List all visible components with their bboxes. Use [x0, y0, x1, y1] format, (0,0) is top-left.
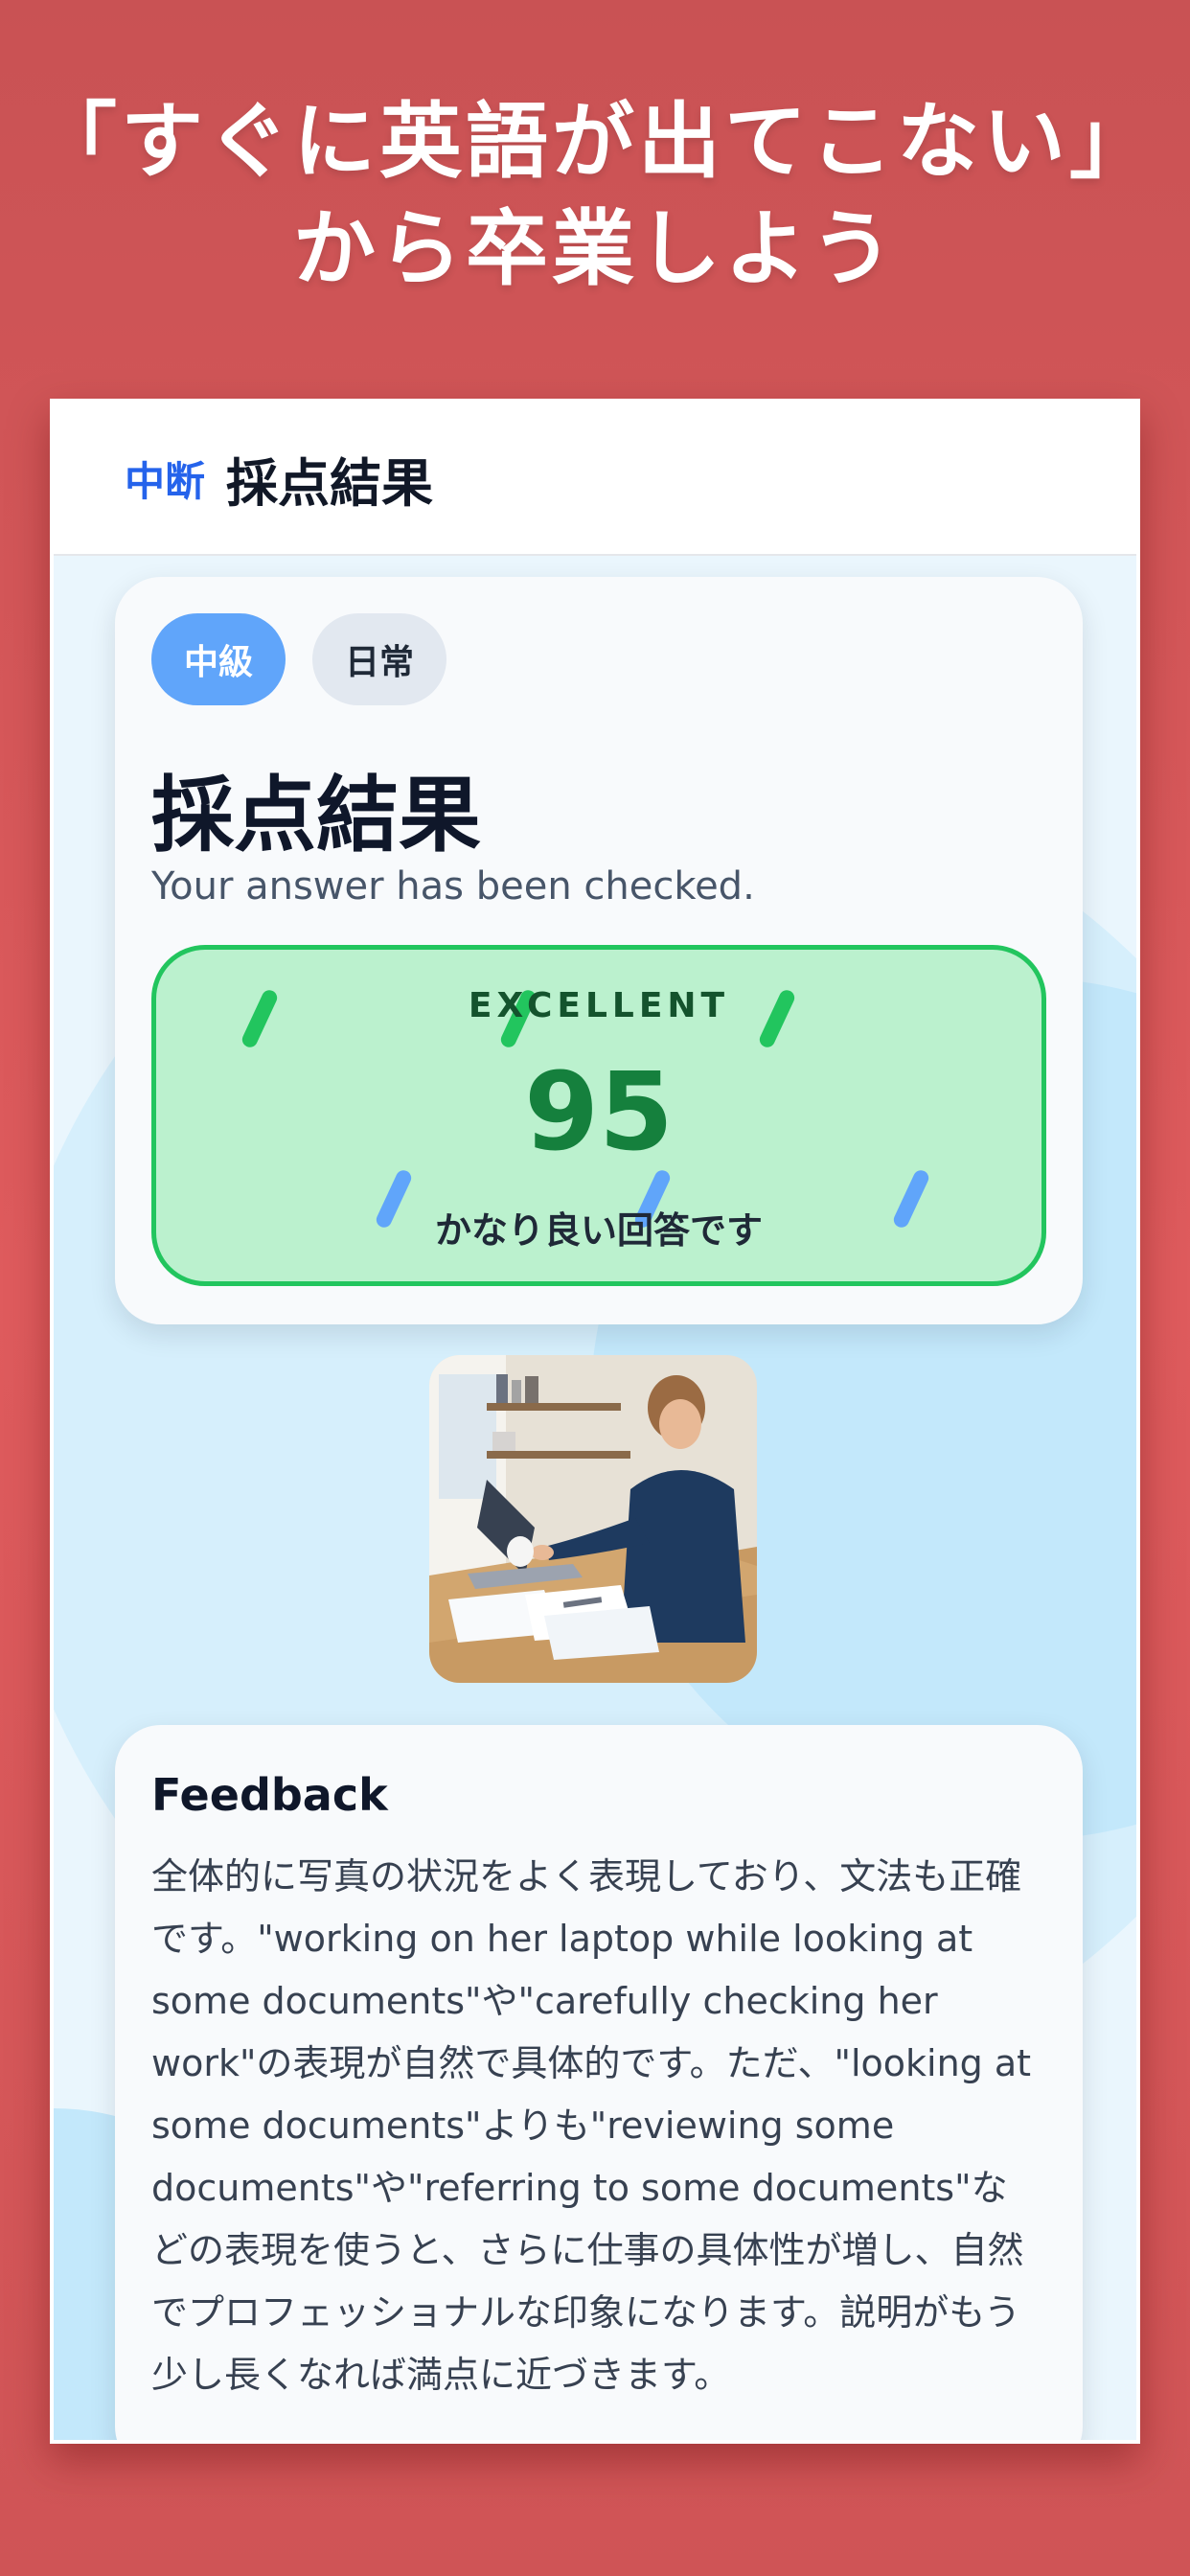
level-chip: 中級: [151, 613, 286, 705]
chip-row: 中級 日常: [151, 613, 447, 705]
headline-line-2: から卒業しよう: [293, 201, 897, 297]
feedback-title: Feedback: [151, 1769, 388, 1821]
result-subtitle: Your answer has been checked.: [151, 864, 755, 908]
score-label: EXCELLENT: [468, 986, 730, 1025]
feedback-card: Feedback 全体的に写真の状況をよく表現しており、文法も正確です。"wor…: [115, 1725, 1083, 2440]
feedback-body: 全体的に写真の状況をよく表現しており、文法も正確です。"working on h…: [151, 1855, 1032, 2396]
app-bar: 中断 採点結果: [54, 402, 1136, 556]
promo-headline: 「すぐに英語が出てこない」 から卒業しよう: [0, 88, 1190, 303]
app-screen: 中断 採点結果 中級 日常 採点結果 Your answer has been …: [50, 399, 1140, 2444]
app-bar-title: 採点結果: [226, 452, 434, 514]
woman-laptop-illustration-icon: [429, 1355, 757, 1683]
question-photo: [429, 1355, 757, 1683]
headline-line-1: 「すぐに英語が出てこない」: [34, 94, 1156, 190]
score-value: 95: [524, 1050, 674, 1175]
result-card: 中級 日常 採点結果 Your answer has been checked.…: [115, 577, 1083, 1324]
result-title: 採点結果: [151, 768, 481, 863]
score-box: EXCELLENT 95 かなり良い回答です: [151, 945, 1046, 1286]
category-chip: 日常: [312, 613, 447, 705]
suspend-button[interactable]: 中断: [125, 449, 205, 508]
score-comment: かなり良い回答です: [434, 1209, 763, 1252]
